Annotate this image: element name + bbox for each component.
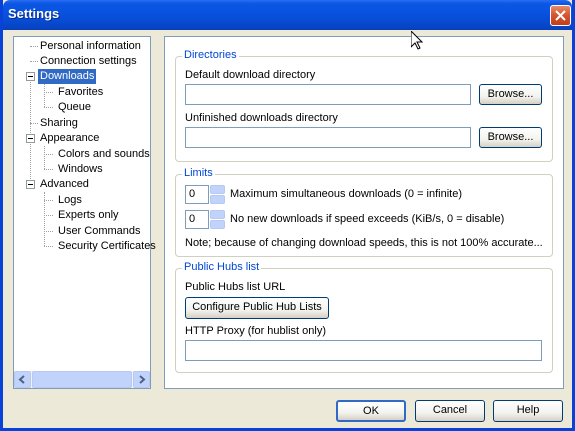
mouse-cursor-icon: [410, 29, 424, 53]
http-proxy-input[interactable]: [185, 340, 542, 361]
speed-limit-spinner[interactable]: [210, 210, 225, 229]
public-hubs-group-label: Public Hubs list: [182, 261, 262, 273]
browse-unfinished-button[interactable]: Browse...: [479, 127, 542, 148]
tree-item-experts-only[interactable]: Experts only: [56, 208, 121, 223]
tree-line: [44, 146, 45, 169]
http-proxy-label: HTTP Proxy (for hublist only): [185, 325, 327, 337]
public-hubs-url-label: Public Hubs list URL: [185, 281, 286, 293]
tree-line: [44, 92, 53, 93]
max-downloads-spinner[interactable]: [210, 185, 225, 204]
downloads-settings-panel: Directories Default download directory B…: [164, 36, 564, 389]
close-icon[interactable]: [550, 5, 571, 26]
max-downloads-label: Maximum simultaneous downloads (0 = infi…: [230, 188, 463, 200]
tree-line: [44, 107, 53, 108]
settings-tree[interactable]: Personal information Connection settings…: [13, 36, 156, 389]
help-button[interactable]: Help: [493, 400, 563, 422]
ok-button[interactable]: OK: [336, 400, 406, 422]
horizontal-scrollbar[interactable]: [14, 371, 150, 388]
tree-line: [44, 169, 53, 170]
tree-item-appearance[interactable]: Appearance: [38, 131, 101, 146]
cancel-button[interactable]: Cancel: [415, 400, 485, 422]
settings-window: Settings Personal information Connection…: [0, 0, 575, 431]
default-directory-label: Default download directory: [185, 69, 316, 81]
tree-line: [30, 46, 38, 47]
spin-down-icon[interactable]: [210, 195, 225, 204]
speed-limit-label: No new downloads if speed exceeds (KiB/s…: [230, 213, 505, 225]
tree-line: [44, 231, 53, 232]
configure-public-hub-lists-button[interactable]: Configure Public Hub Lists: [185, 297, 329, 319]
tree-line: [30, 123, 38, 124]
speed-limit-input[interactable]: 0: [185, 210, 209, 229]
tree-item-downloads[interactable]: Downloads: [38, 69, 97, 84]
spin-up-icon[interactable]: [210, 210, 225, 219]
collapse-icon[interactable]: [26, 180, 35, 189]
tree-line: [44, 84, 45, 107]
limits-note: Note; because of changing download speed…: [185, 237, 543, 249]
max-downloads-input[interactable]: 0: [185, 185, 209, 204]
tree-item-sharing[interactable]: Sharing: [38, 116, 80, 131]
directories-group: Directories Default download directory B…: [175, 49, 553, 162]
spin-up-icon[interactable]: [210, 185, 225, 194]
browse-default-button[interactable]: Browse...: [479, 84, 542, 105]
unfinished-directory-label: Unfinished downloads directory: [185, 112, 338, 124]
directories-group-label: Directories: [182, 49, 239, 61]
tree-item-advanced[interactable]: Advanced: [38, 177, 91, 192]
scroll-left-icon[interactable]: [14, 371, 31, 388]
title-bar[interactable]: Settings: [3, 0, 572, 30]
collapse-icon[interactable]: [26, 134, 35, 143]
tree-line: [44, 246, 53, 247]
collapse-icon[interactable]: [26, 72, 35, 81]
spin-down-icon[interactable]: [210, 220, 225, 229]
scroll-right-icon[interactable]: [133, 371, 150, 388]
tree-item-connection-settings[interactable]: Connection settings: [38, 54, 139, 69]
tree-item-queue[interactable]: Queue: [56, 100, 93, 115]
tree-item-favorites[interactable]: Favorites: [56, 85, 105, 100]
tree-item-personal-information[interactable]: Personal information: [38, 39, 143, 54]
tree-line: [30, 61, 38, 62]
tree-line: [44, 200, 53, 201]
tree-item-user-commands[interactable]: User Commands: [56, 224, 143, 239]
scrollbar-thumb[interactable]: [32, 371, 132, 388]
tree-item-colors-and-sounds[interactable]: Colors and sounds: [56, 147, 152, 162]
limits-group: Limits 0 Maximum simultaneous downloads …: [175, 167, 553, 257]
unfinished-directory-input[interactable]: [185, 127, 471, 148]
tree-item-windows[interactable]: Windows: [56, 162, 105, 177]
default-directory-input[interactable]: [185, 84, 471, 105]
tree-item-logs[interactable]: Logs: [56, 193, 84, 208]
limits-group-label: Limits: [182, 167, 215, 179]
tree-item-security-certificates[interactable]: Security Certificates: [56, 239, 158, 254]
window-title: Settings: [8, 6, 60, 21]
tree-line: [44, 215, 53, 216]
tree-line: [44, 154, 53, 155]
public-hubs-group: Public Hubs list Public Hubs list URL Co…: [175, 261, 553, 373]
